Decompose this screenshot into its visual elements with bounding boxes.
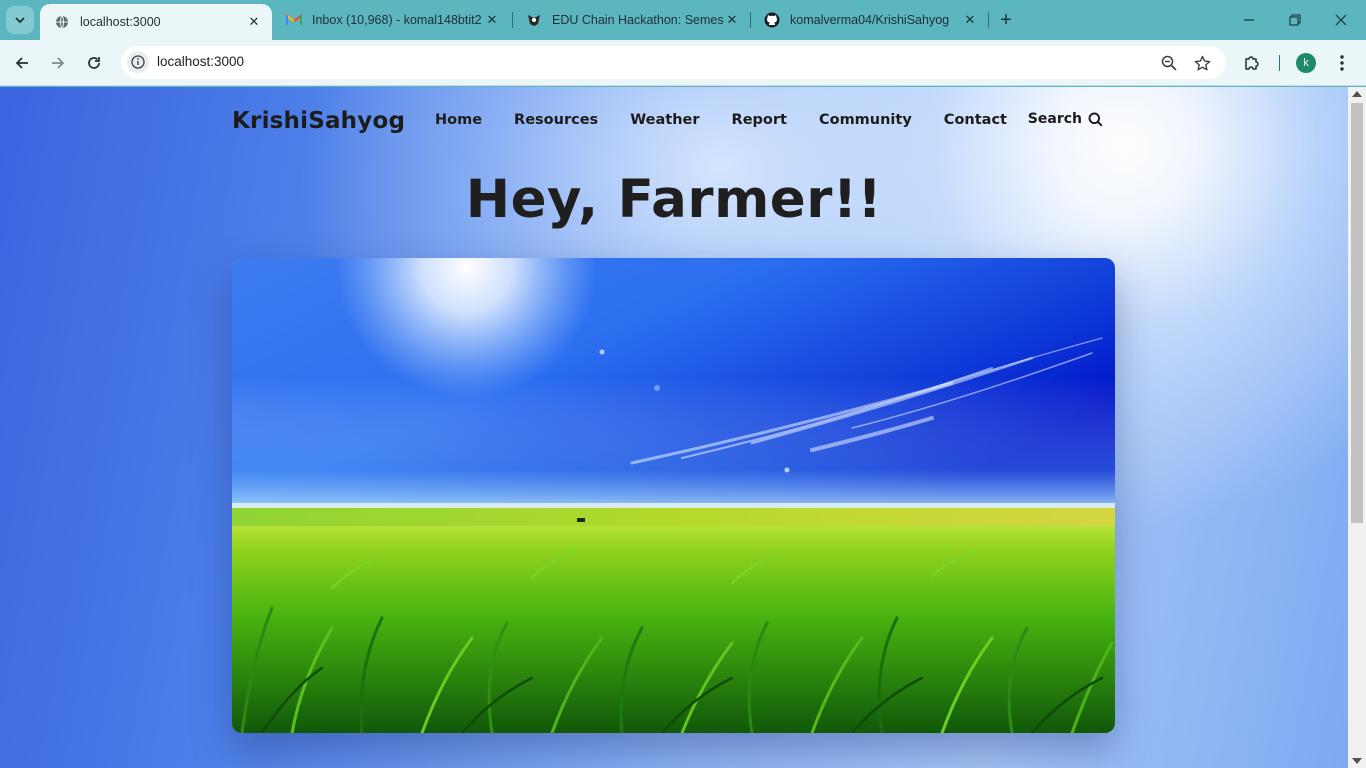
browser-toolbar: localhost:3000 k (0, 40, 1366, 86)
tab-divider (988, 12, 989, 28)
bookmark-star-icon[interactable] (1191, 52, 1213, 74)
tab-github[interactable]: komalverma04/KrishiSahyog ✕ (750, 0, 988, 40)
close-icon (1335, 14, 1347, 26)
chevron-down-icon (15, 17, 25, 24)
menu-button[interactable] (1328, 49, 1356, 77)
nav-contact-link[interactable]: Contact (944, 112, 1007, 128)
nav-home-link[interactable]: Home (435, 112, 482, 128)
close-tab-icon[interactable]: ✕ (246, 14, 262, 30)
nav-community-link[interactable]: Community (819, 112, 912, 128)
zoom-icon[interactable] (1158, 52, 1180, 74)
page-scrollbar[interactable] (1348, 87, 1366, 768)
browser-tab-strip: localhost:3000 ✕ Inbox (10,968) - komal1… (0, 0, 1366, 40)
plus-icon: + (1000, 8, 1012, 31)
extensions-button[interactable] (1238, 49, 1266, 77)
minimize-button[interactable] (1226, 0, 1272, 40)
gmail-icon (286, 12, 302, 28)
forward-button[interactable] (44, 49, 72, 77)
tab-localhost[interactable]: localhost:3000 ✕ (40, 4, 272, 40)
restore-button[interactable] (1272, 0, 1318, 40)
tab-title: EDU Chain Hackathon: Semeste (552, 13, 724, 27)
hero-title: Hey, Farmer!! (465, 169, 883, 230)
close-tab-icon[interactable]: ✕ (484, 12, 500, 28)
new-tab-button[interactable]: + (994, 8, 1018, 32)
tab-title: Inbox (10,968) - komal148btit2 (312, 13, 482, 27)
minimize-icon (1244, 19, 1254, 21)
site-navbar: KrishiSahyog Home Resources Weather Repo… (232, 105, 1112, 141)
nav-resources-link[interactable]: Resources (514, 112, 598, 128)
globe-icon (54, 14, 70, 30)
address-bar[interactable]: localhost:3000 (121, 46, 1226, 79)
close-tab-icon[interactable]: ✕ (724, 12, 740, 28)
address-text[interactable]: localhost:3000 (157, 54, 244, 69)
close-window-button[interactable] (1318, 0, 1364, 40)
profile-avatar[interactable]: k (1296, 53, 1316, 73)
site-search-button[interactable]: Search (1028, 111, 1103, 127)
tab-search-button[interactable] (6, 6, 34, 34)
site-info-icon[interactable] (127, 51, 149, 73)
restore-icon (1289, 14, 1301, 26)
site-logo[interactable]: KrishiSahyog (232, 108, 405, 134)
hackathon-icon (526, 12, 542, 28)
more-vert-icon (1340, 55, 1344, 71)
reload-icon (88, 57, 100, 69)
nav-report-link[interactable]: Report (732, 112, 787, 128)
arrow-right-icon (52, 57, 65, 69)
tab-edu-chain[interactable]: EDU Chain Hackathon: Semeste ✕ (512, 0, 750, 40)
github-icon (764, 12, 780, 28)
search-icon (1088, 112, 1103, 127)
search-label: Search (1027, 111, 1082, 127)
back-button[interactable] (8, 49, 36, 77)
puzzle-icon (1245, 56, 1259, 70)
toolbar-divider (1279, 55, 1280, 71)
main-menu: Home Resources Weather Report Community … (435, 112, 1039, 128)
hero-field-image (232, 258, 1115, 733)
close-tab-icon[interactable]: ✕ (962, 12, 978, 28)
scroll-down-arrow-icon[interactable] (1352, 758, 1362, 764)
page-viewport: KrishiSahyog Home Resources Weather Repo… (0, 87, 1348, 768)
scroll-up-arrow-icon[interactable] (1352, 91, 1362, 97)
tab-title: localhost:3000 (80, 15, 161, 29)
tab-title: komalverma04/KrishiSahyog (790, 13, 950, 27)
reload-button[interactable] (80, 49, 108, 77)
tab-gmail[interactable]: Inbox (10,968) - komal148btit2 ✕ (272, 0, 510, 40)
scroll-thumb[interactable] (1351, 103, 1363, 523)
arrow-left-icon (15, 57, 28, 69)
nav-weather-link[interactable]: Weather (630, 112, 699, 128)
